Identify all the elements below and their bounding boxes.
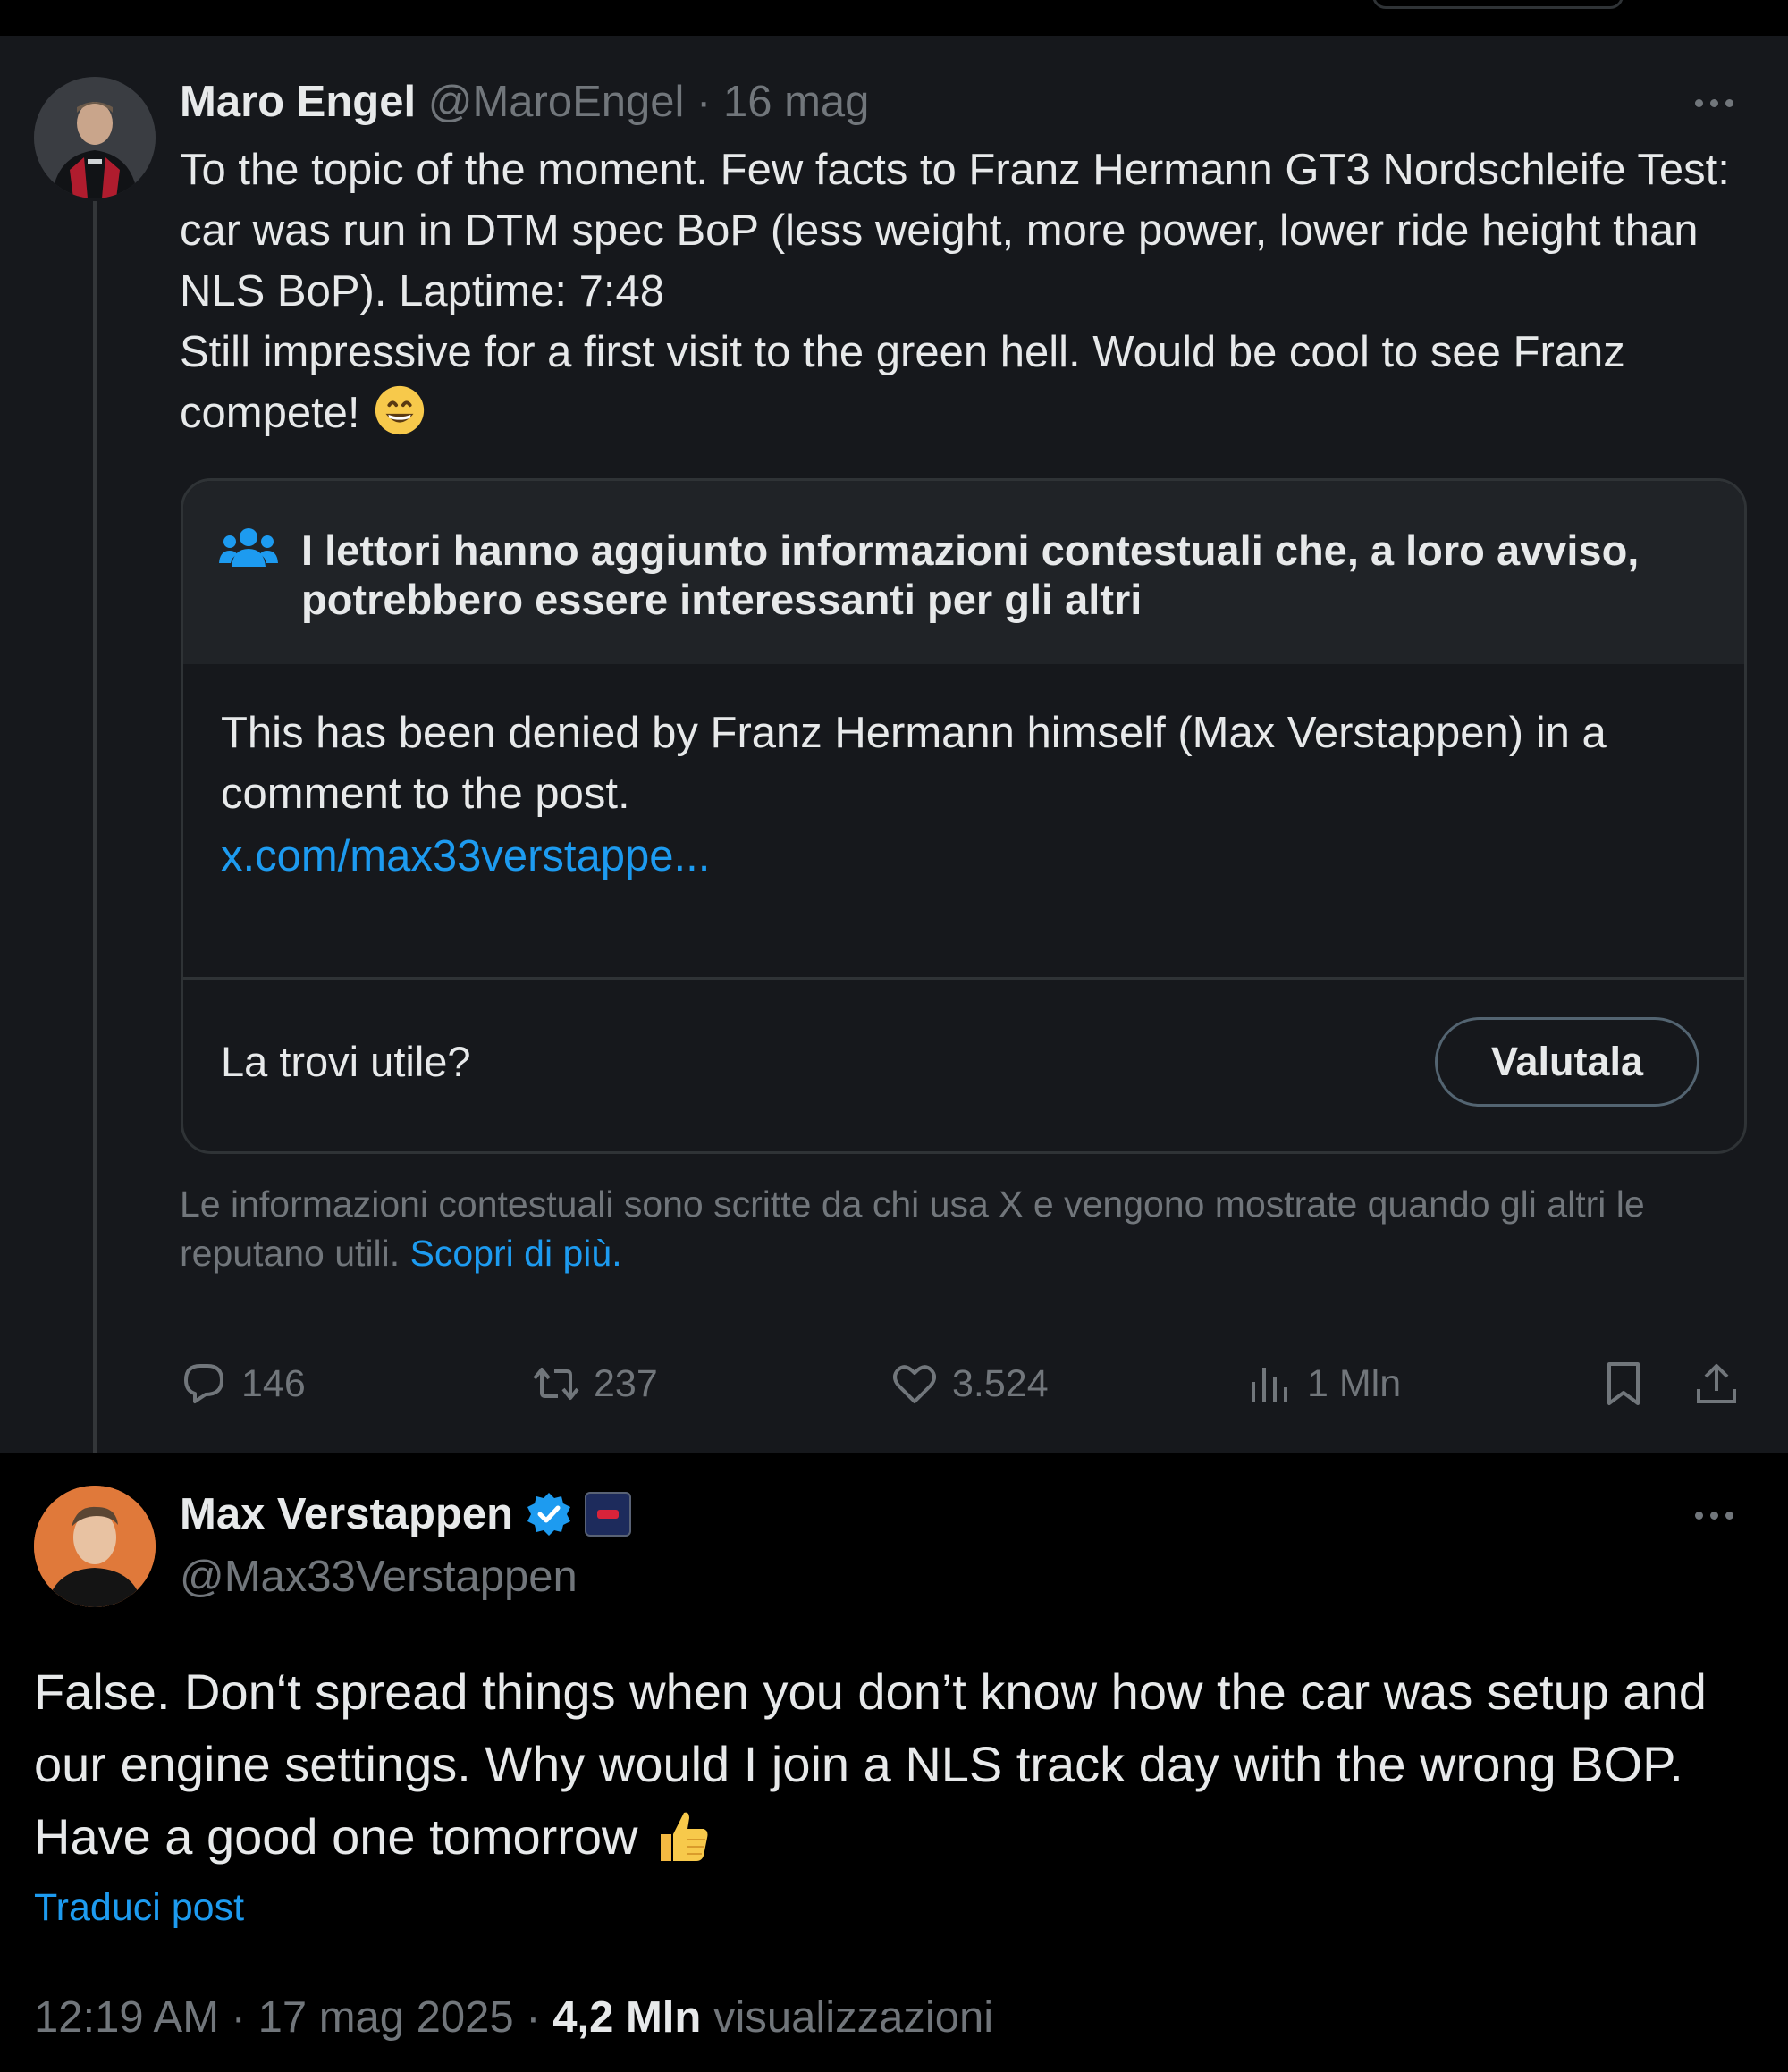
reply-text: False. Don‘t spread things when you don’… xyxy=(34,1655,1759,1873)
more-options-icon[interactable] xyxy=(1695,1506,1740,1524)
disclaimer-text: Le informazioni contestuali sono scritte… xyxy=(180,1183,1645,1274)
heart-icon xyxy=(893,1365,936,1403)
reply-views-label: visualizzazioni xyxy=(713,1993,994,2042)
thread-line xyxy=(93,201,97,1475)
reply-time[interactable]: 12:19 AM xyxy=(34,1993,219,2042)
disclaimer-period: . xyxy=(611,1233,622,1274)
reply-views-count: 4,2 Mln xyxy=(552,1993,702,2042)
grinning-face-emoji-icon xyxy=(375,385,425,435)
author-handle[interactable]: @MaroEngel xyxy=(428,78,685,126)
reply-author-row: Max Verstappen xyxy=(180,1487,632,1541)
views-count: 1 Mln xyxy=(1307,1361,1402,1405)
share-icon xyxy=(1697,1364,1736,1403)
like-button[interactable]: 3.524 xyxy=(890,1359,1049,1409)
translate-post-link[interactable]: Traduci post xyxy=(34,1883,244,1933)
reply-date[interactable]: 17 mag 2025 xyxy=(258,1993,514,2042)
tweet-date[interactable]: 16 mag xyxy=(723,78,869,126)
share-button[interactable] xyxy=(1691,1359,1742,1409)
community-note: I lettori hanno aggiunto informazioni co… xyxy=(181,478,1747,1154)
reply-text-content: False. Don‘t spread things when you don’… xyxy=(34,1663,1707,1865)
top-pill-button[interactable] xyxy=(1372,0,1624,9)
people-icon xyxy=(219,528,278,567)
reply-count: 146 xyxy=(241,1361,306,1405)
community-note-title: I lettori hanno aggiunto informazioni co… xyxy=(301,526,1640,623)
avatar-max-verstappen[interactable] xyxy=(34,1486,156,1607)
verified-badge-icon[interactable] xyxy=(526,1491,572,1537)
helpful-question: La trovi utile? xyxy=(221,1038,471,1085)
like-count: 3.524 xyxy=(952,1361,1049,1405)
bookmark-icon xyxy=(1607,1362,1640,1405)
community-note-header: I lettori hanno aggiunto informazioni co… xyxy=(183,481,1744,664)
reply-author-name[interactable]: Max Verstappen xyxy=(180,1487,513,1541)
tweet-actions: 146 237 3.524 1 Mln xyxy=(0,1359,1788,1421)
community-note-disclaimer: Le informazioni contestuali sono scritte… xyxy=(180,1180,1753,1278)
divider xyxy=(183,977,1744,980)
more-options-icon[interactable] xyxy=(1695,94,1740,112)
community-note-link[interactable]: x.com/max33verstappe... xyxy=(221,826,710,887)
learn-more-link[interactable]: Scopri di più xyxy=(410,1233,612,1274)
bookmark-button[interactable] xyxy=(1598,1359,1649,1409)
views-button[interactable]: 1 Mln xyxy=(1244,1359,1401,1409)
tweet-text: To the topic of the moment. Few facts to… xyxy=(180,139,1753,443)
separator: · xyxy=(526,1993,541,2042)
reply-meta: 12:19 AM · 17 mag 2025 · 4,2 Mln visuali… xyxy=(34,1991,993,2044)
affiliate-badge-icon[interactable] xyxy=(585,1492,632,1537)
reply-button[interactable]: 146 xyxy=(179,1359,306,1409)
rate-button[interactable]: Valutala xyxy=(1435,1017,1699,1107)
repost-icon xyxy=(533,1368,579,1400)
community-note-text: This has been denied by Franz Hermann hi… xyxy=(221,709,1607,818)
tweet-header: Maro Engel @MaroEngel · 16 mag xyxy=(180,75,869,129)
separator: · xyxy=(231,1993,246,2042)
avatar-maro-engel[interactable] xyxy=(34,77,156,198)
thumbs-up-emoji-icon xyxy=(661,1812,708,1861)
analytics-icon xyxy=(1252,1368,1287,1402)
reply-icon xyxy=(184,1364,224,1403)
tweet-text-line-1: To the topic of the moment. Few facts to… xyxy=(180,146,1730,316)
top-bar xyxy=(0,0,1788,36)
reply-author-handle[interactable]: @Max33Verstappen xyxy=(180,1550,578,1604)
repost-count: 237 xyxy=(594,1361,658,1405)
separator: · xyxy=(696,78,712,126)
author-name[interactable]: Maro Engel xyxy=(180,78,416,126)
repost-button[interactable]: 237 xyxy=(531,1359,658,1409)
